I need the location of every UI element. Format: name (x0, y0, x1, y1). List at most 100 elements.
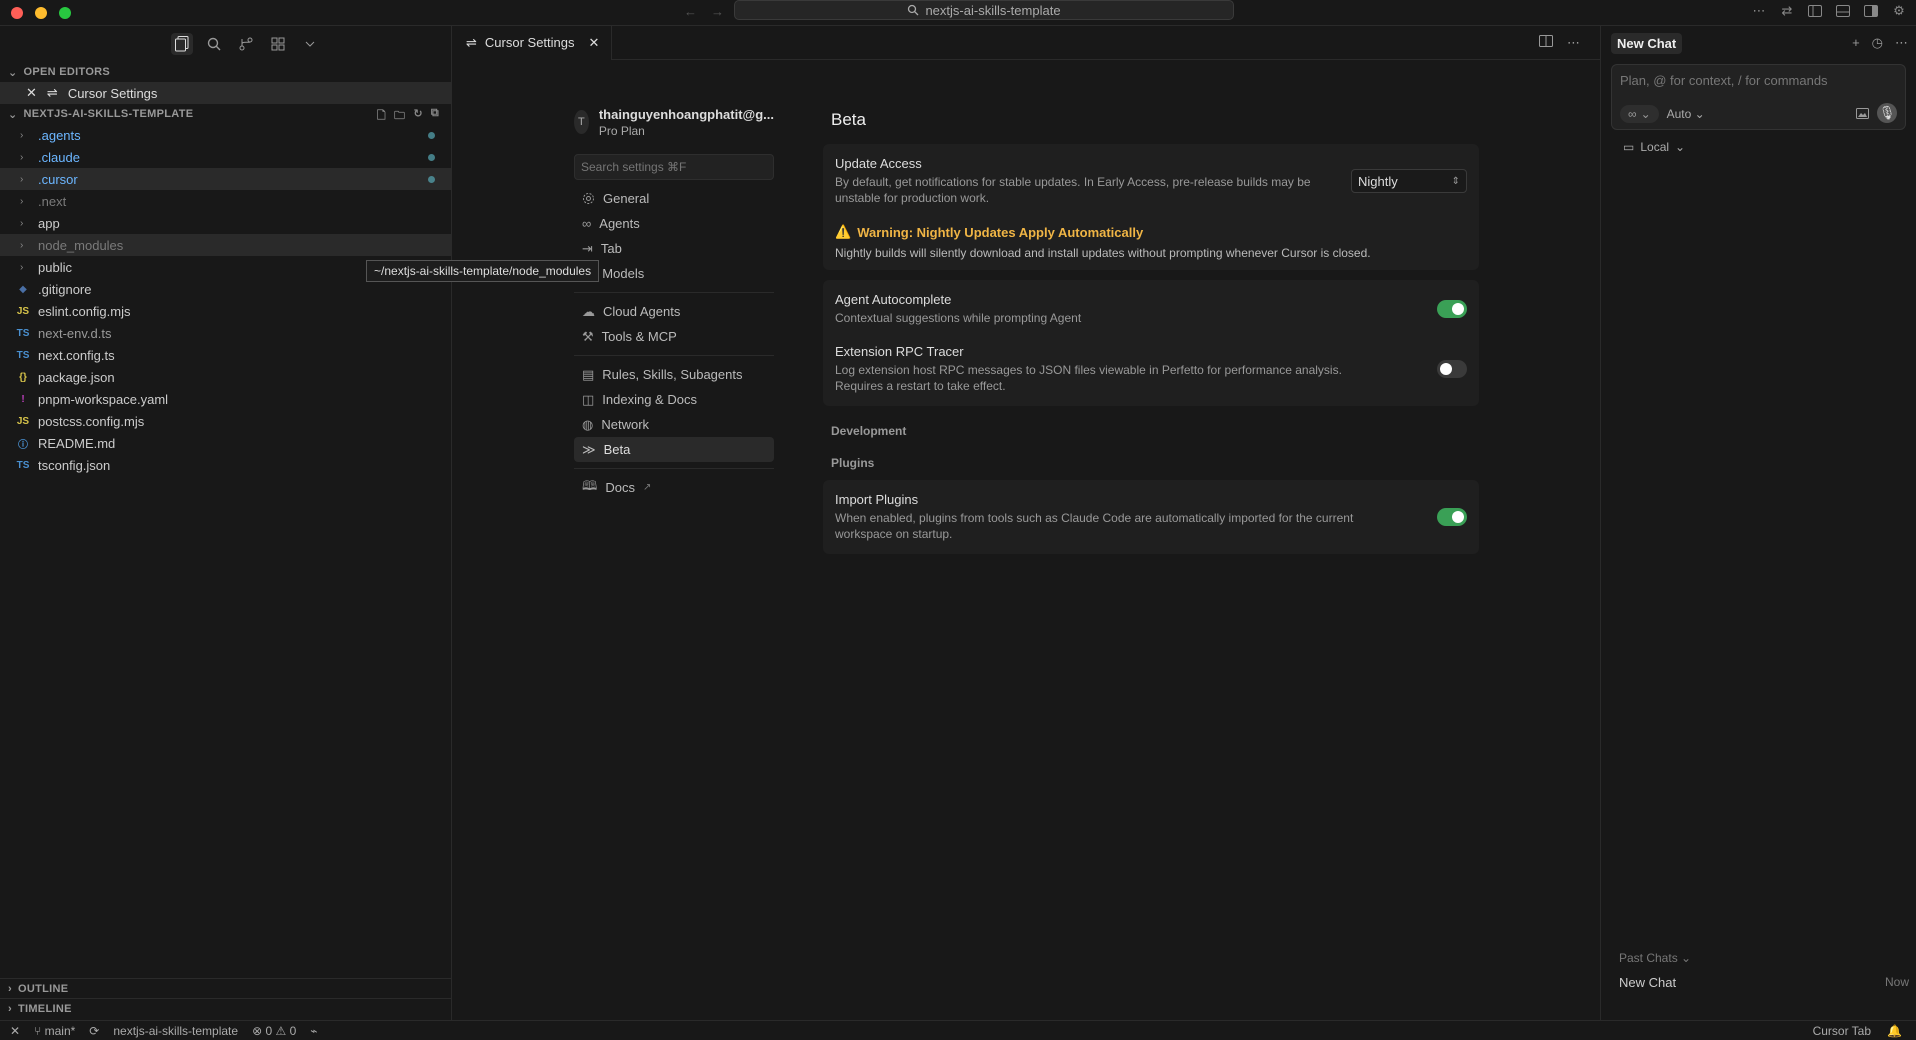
sync-icon[interactable]: ⇄ (1778, 2, 1796, 20)
minimize-window-button[interactable] (35, 7, 47, 19)
settings-nav: T thainguyenhoangphatit@g... Pro Plan Ge… (574, 102, 774, 506)
close-icon[interactable]: ✕ (589, 35, 600, 51)
import-plugins-toggle[interactable] (1437, 508, 1467, 526)
command-center[interactable]: nextjs-ai-skills-template (734, 0, 1234, 20)
chat-panel: New Chat + ◷ ⋯ ∞⌄ Auto ⌄ 🎙 ▭ Local ⌄ Pas… (1600, 26, 1916, 1020)
sync-icon[interactable]: ⟳ (89, 1024, 99, 1038)
close-window-button[interactable] (11, 7, 23, 19)
file-row[interactable]: JS eslint.config.mjs (0, 300, 451, 322)
agent-autocomplete-desc: Contextual suggestions while prompting A… (835, 311, 1082, 325)
ports-icon[interactable]: ⌁ (310, 1024, 317, 1038)
tab-cursor-settings[interactable]: ⇌ Cursor Settings ✕ (452, 25, 613, 60)
past-chats-header[interactable]: Past Chats ⌄ (1619, 951, 1909, 965)
folder-row[interactable]: › .cursor (0, 168, 451, 190)
chat-input-box: ∞⌄ Auto ⌄ 🎙 (1611, 64, 1906, 130)
model-select[interactable]: Auto ⌄ (1667, 107, 1705, 121)
plus-icon[interactable]: + (1852, 35, 1860, 51)
nav-general[interactable]: General (574, 186, 774, 211)
chat-tab[interactable]: New Chat (1611, 32, 1683, 54)
chevron-down-icon[interactable] (299, 33, 321, 55)
close-icon[interactable]: ✕ (26, 85, 37, 101)
project-header[interactable]: ⌄ NEXTJS-AI-SKILLS-TEMPLATE 🗋 🗀 ↻ ⧉ (0, 104, 451, 124)
chat-tools: ∞ ⌄ Auto ⌄ (1620, 105, 1705, 123)
folder-row[interactable]: › .claude (0, 146, 451, 168)
cursor-tab-status[interactable]: Cursor Tab (1813, 1024, 1871, 1038)
nav-models[interactable]: ▢Models (574, 261, 774, 286)
page-title: Beta (831, 110, 866, 129)
nav-docs[interactable]: 🕮 Docs ↗ (574, 475, 774, 500)
toggle-chat-icon[interactable] (1862, 2, 1880, 20)
file-row[interactable]: TS tsconfig.json (0, 454, 451, 476)
account-email: thainguyenhoangphatit@g... (598, 106, 774, 122)
folder-row[interactable]: › .next (0, 190, 451, 212)
problems-item[interactable]: ⊗ 0 ⚠ 0 (252, 1024, 296, 1038)
outline-header[interactable]: › OUTLINE (0, 978, 452, 998)
folder-row[interactable]: › .agents (0, 124, 451, 146)
past-chat-item[interactable]: New Chat Now (1619, 975, 1909, 990)
agent-settings-card: Agent Autocomplete Contextual suggestion… (823, 280, 1479, 406)
chat-header: New Chat + ◷ ⋯ (1601, 26, 1916, 60)
forward-arrow-icon[interactable]: → (711, 4, 724, 19)
file-row[interactable]: ⓘ README.md (0, 432, 451, 454)
agent-mode-pill[interactable]: ∞ ⌄ (1620, 105, 1659, 123)
plugins-label: Plugins (831, 456, 875, 470)
account-info[interactable]: T thainguyenhoangphatit@g... Pro Plan (574, 102, 774, 142)
folder-row[interactable]: › node_modules (0, 234, 451, 256)
more-icon[interactable]: ⋯ (1750, 2, 1768, 20)
maximize-window-button[interactable] (59, 7, 71, 19)
more-icon[interactable]: ⋯ (1567, 35, 1580, 51)
agent-autocomplete-toggle[interactable] (1437, 300, 1467, 318)
chat-input[interactable] (1620, 73, 1890, 88)
rpc-tracer-toggle[interactable] (1437, 360, 1467, 378)
nav-indexing[interactable]: ◫ Indexing & Docs (574, 387, 774, 412)
toggle-panel-icon[interactable] (1834, 2, 1852, 20)
open-editor-item[interactable]: ✕ ⇌ Cursor Settings (0, 82, 451, 104)
location-select[interactable]: ▭ Local ⌄ (1623, 140, 1916, 154)
search-icon[interactable] (203, 33, 225, 55)
nav-rules[interactable]: ▤ Rules, Skills, Subagents (574, 362, 774, 387)
file-type-icon: ◆ (19, 283, 27, 295)
split-editor-icon[interactable] (1539, 35, 1553, 51)
file-type-icon: ! (21, 393, 25, 405)
back-arrow-icon[interactable]: ← (684, 4, 697, 19)
nav-tab[interactable]: ⇥ Tab (574, 236, 774, 261)
nav-group-docs: 🕮 Docs ↗ (574, 475, 774, 506)
warning-desc: Nightly builds will silently download an… (835, 246, 1371, 260)
files-icon[interactable] (170, 33, 193, 55)
history-icon[interactable]: ◷ (1872, 35, 1883, 51)
nav-cloud-agents[interactable]: ☁ Cloud Agents (574, 299, 774, 324)
update-access-select[interactable]: Nightly ⇕ (1351, 169, 1467, 193)
file-type-icon: JS (16, 305, 30, 317)
nav-tools-mcp[interactable]: ⚒ Tools & MCP (574, 324, 774, 349)
file-row[interactable]: JS postcss.config.mjs (0, 410, 451, 432)
file-row[interactable]: TS next-env.d.ts (0, 322, 451, 344)
file-type-icon: TS (16, 327, 30, 339)
settings-gear-icon[interactable]: ⚙ (1890, 2, 1908, 20)
nav-network[interactable]: ◍ Network (574, 412, 774, 437)
project-name[interactable]: nextjs-ai-skills-template (113, 1024, 238, 1038)
more-icon[interactable]: ⋯ (1895, 35, 1908, 51)
branch-item[interactable]: ⑂ main* (34, 1024, 75, 1038)
settings-search-input[interactable] (574, 154, 774, 180)
chevron-down-icon: ⌄ (1681, 951, 1692, 965)
import-plugins-desc: When enabled, plugins from tools such as… (835, 511, 1354, 541)
source-control-icon[interactable] (235, 33, 257, 55)
timeline-header[interactable]: › TIMELINE (0, 998, 452, 1018)
file-row[interactable]: ! pnpm-workspace.yaml (0, 388, 451, 410)
file-type-icon: TS (16, 459, 30, 471)
toggle-sidebar-icon[interactable] (1806, 2, 1824, 20)
avatar: T (574, 110, 589, 134)
image-icon[interactable] (1856, 107, 1869, 119)
bell-icon[interactable]: 🔔 (1887, 1024, 1902, 1038)
file-row[interactable]: {} package.json (0, 366, 451, 388)
nav-agents[interactable]: ∞ Agents (574, 211, 774, 236)
open-editors-header[interactable]: ⌄ OPEN EDITORS (0, 62, 451, 82)
file-row[interactable]: TS next.config.ts (0, 344, 451, 366)
development-label: Development (831, 424, 907, 438)
remote-icon[interactable]: ✕ (10, 1024, 20, 1038)
extensions-icon[interactable] (267, 33, 289, 55)
nav-beta[interactable]: ≫ Beta (574, 437, 774, 462)
nav-group-cloud: ☁ Cloud Agents ⚒ Tools & MCP (574, 299, 774, 356)
microphone-icon[interactable]: 🎙 (1877, 103, 1897, 123)
folder-row[interactable]: › app (0, 212, 451, 234)
